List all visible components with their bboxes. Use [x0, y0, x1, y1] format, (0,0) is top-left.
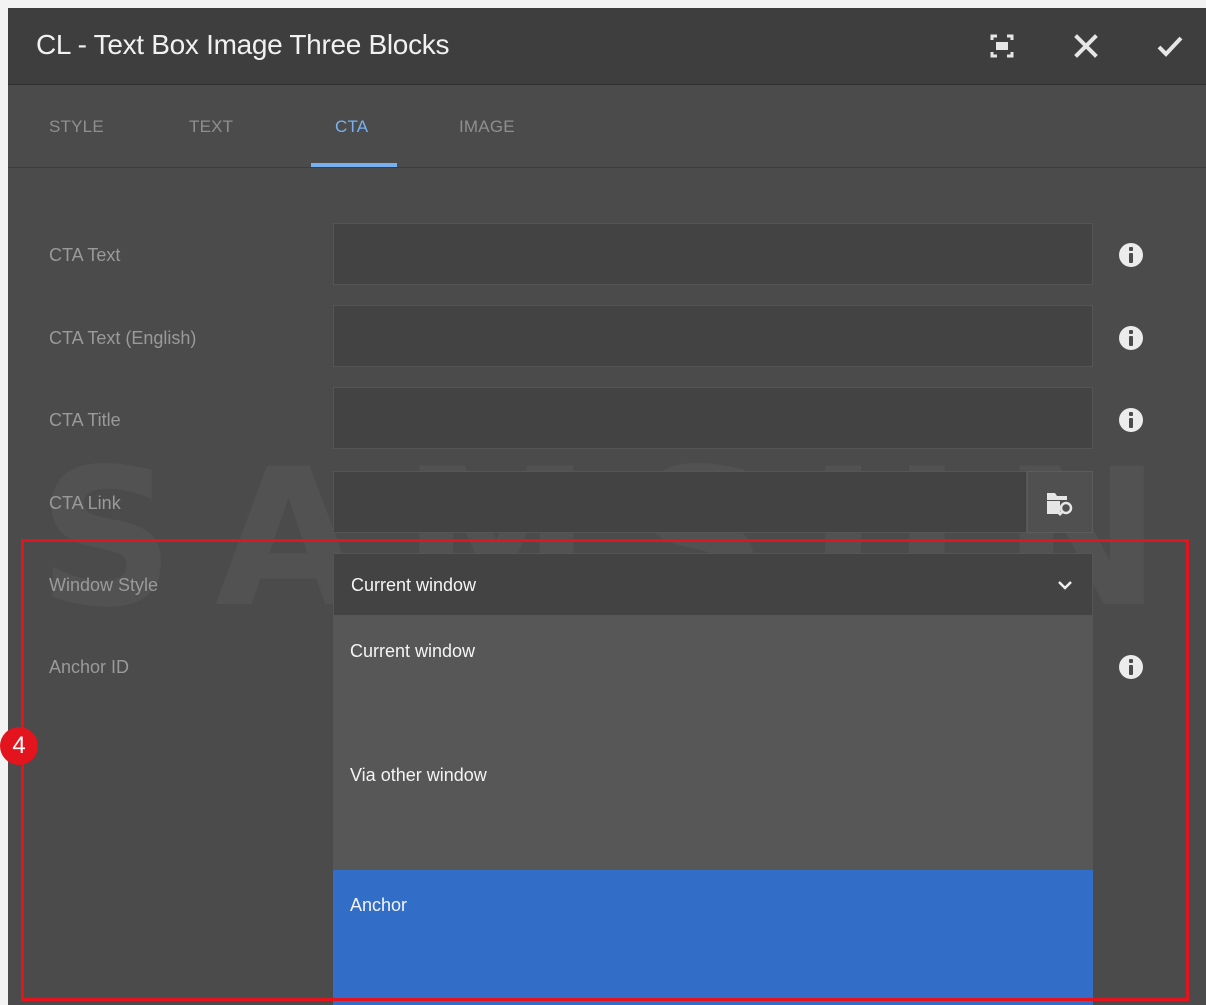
- cta-text-input[interactable]: [333, 223, 1093, 285]
- info-icon[interactable]: [1119, 655, 1143, 679]
- cta-title-label: CTA Title: [49, 410, 121, 430]
- checkmark-icon: [1157, 36, 1183, 57]
- option-label: Via other window: [350, 765, 487, 785]
- close-button[interactable]: [1070, 30, 1102, 62]
- dialog-title: CL - Text Box Image Three Blocks: [36, 29, 450, 60]
- window-style-label: Window Style: [49, 575, 159, 595]
- close-icon: [1074, 34, 1098, 58]
- tab-text[interactable]: TEXT: [189, 117, 233, 137]
- step-badge: 4: [0, 727, 38, 765]
- browse-path-button[interactable]: [1027, 471, 1093, 533]
- tab-bar: STYLE TEXT CTA IMAGE: [8, 85, 1206, 168]
- dialog-header: CL - Text Box Image Three Blocks: [8, 8, 1206, 85]
- info-icon[interactable]: [1119, 408, 1143, 432]
- window-style-dropdown: Current window Via other window Anchor: [333, 616, 1093, 1005]
- option-current-window[interactable]: Current window: [333, 616, 1093, 740]
- window-style-selected-value: Current window: [351, 575, 477, 595]
- option-label: Current window: [350, 641, 476, 661]
- tab-cta[interactable]: CTA: [335, 117, 368, 137]
- fullscreen-button[interactable]: [986, 30, 1018, 62]
- active-tab-indicator: [311, 163, 397, 167]
- cta-text-label: CTA Text: [49, 245, 121, 265]
- cta-title-input[interactable]: [333, 387, 1093, 449]
- confirm-button[interactable]: [1154, 30, 1186, 62]
- fullscreen-icon: [990, 34, 1014, 58]
- cta-text-english-label: CTA Text (English): [49, 328, 197, 348]
- cta-link-input[interactable]: [333, 471, 1027, 533]
- cta-link-label: CTA Link: [49, 493, 121, 513]
- folder-search-icon: [1047, 493, 1073, 517]
- info-icon[interactable]: [1119, 326, 1143, 350]
- tab-style[interactable]: STYLE: [49, 117, 104, 137]
- chevron-down-icon: [1058, 581, 1072, 590]
- tab-image[interactable]: IMAGE: [459, 117, 515, 137]
- option-via-other-window[interactable]: Via other window: [333, 740, 1093, 870]
- cta-text-english-input[interactable]: [333, 305, 1093, 367]
- anchor-id-label: Anchor ID: [49, 657, 130, 677]
- dialog: CL - Text Box Image Three Blocks STYLE T…: [8, 8, 1206, 1005]
- option-label: Anchor: [350, 895, 408, 915]
- option-anchor[interactable]: Anchor: [333, 870, 1093, 1005]
- info-icon[interactable]: [1119, 243, 1143, 267]
- window-style-select[interactable]: Current window: [333, 553, 1093, 616]
